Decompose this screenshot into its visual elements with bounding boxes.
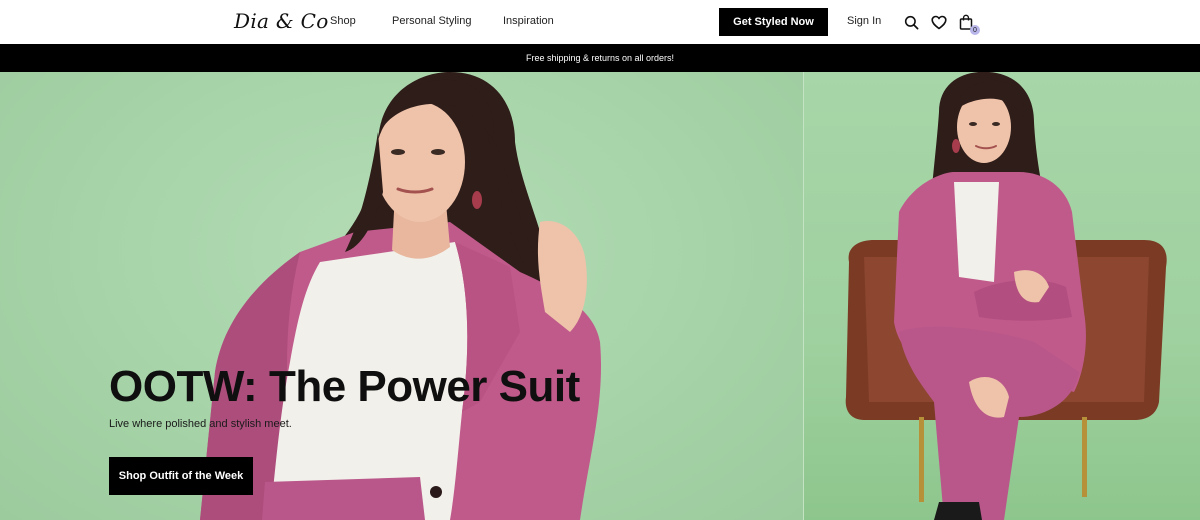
get-styled-now-button[interactable]: Get Styled Now <box>719 8 828 36</box>
cart-count-badge: 0 <box>970 25 980 35</box>
standing-model-photo <box>200 72 601 520</box>
nav-inspiration[interactable]: Inspiration <box>503 15 554 27</box>
hero-title: OOTW: The Power Suit <box>109 362 580 411</box>
search-button[interactable] <box>901 12 921 32</box>
wishlist-button[interactable] <box>929 12 949 32</box>
logo[interactable]: Dia & Co <box>234 9 329 33</box>
nav-personal-styling[interactable]: Personal Styling <box>392 15 472 27</box>
hero-text-block: OOTW: The Power Suit Live where polished… <box>109 362 580 430</box>
heart-icon <box>931 15 947 29</box>
search-icon <box>904 15 918 29</box>
cart-button[interactable]: 0 <box>956 12 980 35</box>
sign-in-link[interactable]: Sign In <box>847 15 881 27</box>
shop-outfit-of-the-week-button[interactable]: Shop Outfit of the Week <box>109 457 253 495</box>
hero-image-seated-model <box>804 72 1200 520</box>
seated-model-photo <box>845 72 1167 520</box>
hero-subtitle: Live where polished and stylish meet. <box>109 418 292 430</box>
nav-shop[interactable]: Shop <box>330 15 356 27</box>
hero-section: OOTW: The Power Suit Live where polished… <box>0 72 1200 520</box>
announcement-bar: Free shipping & returns on all orders! <box>0 44 1200 72</box>
site-header: Dia & Co Shop Personal Styling Inspirati… <box>0 0 1200 44</box>
hero-image-standing-model <box>0 72 804 520</box>
